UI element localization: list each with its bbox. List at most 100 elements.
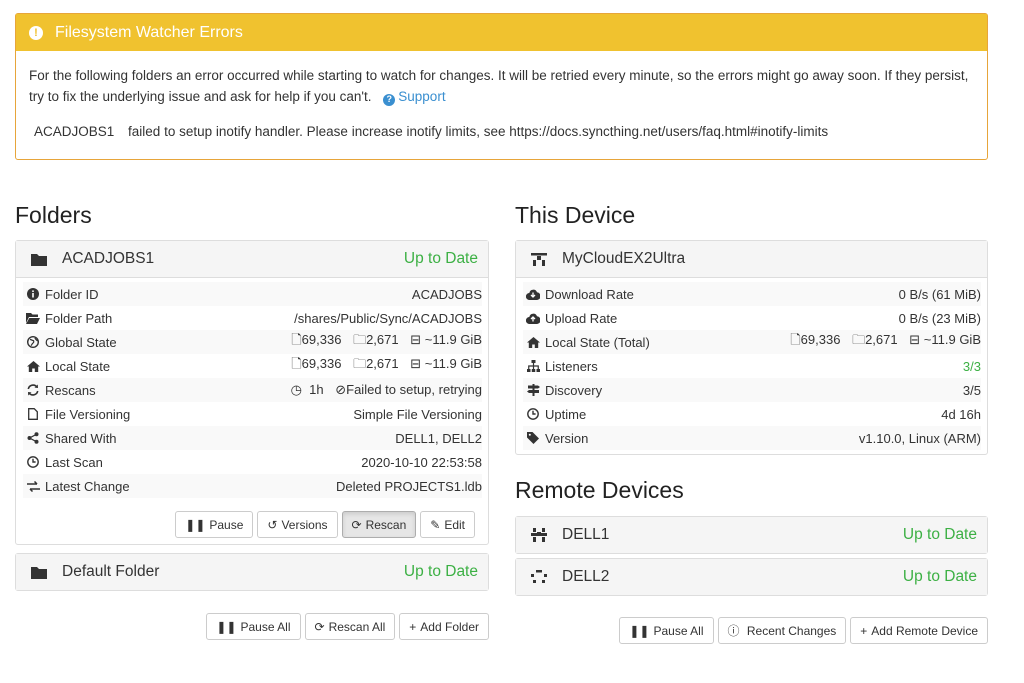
rescan-button[interactable]: ⟳ Rescan [341,511,417,538]
add-folder-button[interactable]: + Add Folder [399,613,489,640]
cloud-upload-icon [525,313,541,324]
listeners-value[interactable]: 3/3 [963,359,981,374]
row-upload-rate: Upload Rate 0 B/s (23 MiB) [523,306,981,330]
file-icon: 🗋 [790,332,801,347]
pause-icon: ❚❚ [629,623,650,638]
remote-devices-heading: Remote Devices [515,477,684,503]
remote-devices-actions: ❚❚ Pause All ⓘ Recent Changes + Add Remote… [619,617,988,644]
local-size: ~11.9 GiB [424,356,482,371]
versioning-value: Simple File Versioning [353,406,482,422]
add-folder-label: Add Folder [420,619,479,634]
exchange-icon [25,480,41,492]
row-label: Uptime [545,406,587,422]
row-version: Version v1.10.0, Linux (ARM) [523,426,981,450]
folder-outline-icon: 🗀 [353,356,367,371]
remote-device-status: Up to Date [902,568,977,585]
discovery-value[interactable]: 3/5 [963,383,981,398]
home-icon [525,336,541,348]
rescan-all-button[interactable]: ⟳ Rescan All [304,613,396,640]
local-files-count: 69,336 [301,356,342,371]
global-state-value: 🗋69,336 🗀2,671 ⊟ ~11.9 GiB [291,331,482,353]
row-discovery: Discovery 3/5 [523,378,981,402]
edit-label: Edit [444,517,465,532]
local-state-value: 🗋69,336 🗀2,671 ⊟ ~11.9 GiB [291,355,482,377]
pause-all-label: Pause All [653,623,704,638]
versions-label: Versions [281,517,328,532]
uptime-value: 4d 16h [941,406,981,422]
versions-button[interactable]: ↺ Versions [257,511,338,538]
hdd-icon: ⊟ [410,332,422,347]
watcher-errors-body: For the following folders an error occur… [16,51,987,142]
refresh-icon: ⟳ [314,619,325,634]
this-device-header: MyCloudEX2Ultra [516,241,987,278]
pause-all-label: Pause All [240,619,291,634]
global-dirs-count: 2,671 [366,332,399,347]
device-identicon [531,570,547,583]
row-local-state-total: Local State (Total) 🗋69,336 🗀2,671 ⊟ ~11… [523,330,981,354]
error-folder-name: ACADJOBS1 [34,124,115,139]
row-label: Download Rate [545,286,634,302]
this-device-details: Download Rate 0 B/s (61 MiB) Upload Rate… [516,278,987,450]
row-global-state: Global State 🗋69,336 🗀2,671 ⊟ ~11.9 GiB [23,330,482,354]
this-device-panel: MyCloudEX2Ultra Download Rate 0 B/s (61 … [515,240,988,455]
history-icon: ↺ [267,517,278,532]
pause-all-folders-button[interactable]: ❚❚ Pause All [206,613,301,640]
pause-button[interactable]: ❚❚ Pause [175,511,254,538]
folder-icon [31,253,47,266]
folder-header[interactable]: Default Folder Up to Date [16,554,488,590]
row-label: Discovery [545,382,603,398]
watcher-errors-title: Filesystem Watcher Errors [55,23,243,41]
row-label: Folder ID [45,286,99,302]
download-rate-value: 0 B/s (61 MiB) [898,286,981,302]
cloud-download-icon [525,289,541,300]
folder-status: Up to Date [403,250,478,267]
folder-open-icon [25,312,41,324]
folder-outline-icon: 🗀 [852,332,866,347]
pause-icon: ❚❚ [216,619,237,634]
remote-device-panel-dell2: DELL2 Up to Date [515,558,988,596]
latest-change-value: Deleted PROJECTS1.ldb [336,478,482,494]
row-label: Global State [45,334,117,350]
recent-changes-label: Recent Changes [746,623,837,638]
folder-header[interactable]: ACADJOBS1 Up to Date [16,241,488,278]
file-icon: 🗋 [291,332,302,347]
row-label: Version [545,430,589,446]
watcher-errors-message: For the following folders an error occur… [29,68,969,104]
info-circle-icon: ⓘ [727,624,740,638]
remote-device-name: DELL1 [562,526,610,543]
watcher-error-item: ACADJOBS1 failed to setup inotify handle… [29,121,974,142]
remote-device-header[interactable]: DELL2 Up to Date [516,559,987,595]
edit-button[interactable]: ✎ Edit [420,511,475,538]
recent-changes-button[interactable]: ⓘ Recent Changes [717,617,847,644]
clock-icon [525,408,541,420]
row-label: Latest Change [45,478,130,494]
global-size: ~11.9 GiB [424,332,482,347]
folder-icon [31,566,47,579]
total-size: ~11.9 GiB [923,332,981,347]
row-download-rate: Download Rate 0 B/s (61 MiB) [523,282,981,306]
folders-heading: Folders [15,202,92,228]
row-label: Rescans [45,382,96,398]
support-link[interactable]: ? Support [383,89,446,106]
device-identicon [531,528,547,542]
row-label: File Versioning [45,406,131,422]
version-value: v1.10.0, Linux (ARM) [858,430,981,446]
row-label: Local State [45,358,111,374]
row-folder-id: Folder ID ACADJOBS [23,282,482,306]
folder-actions: ❚❚ Pause ↺ Versions ⟳ Rescan ✎ Edit [175,511,475,538]
folder-panel-default: Default Folder Up to Date [15,553,489,591]
globe-icon [25,336,41,348]
error-text: failed to setup inotify handler. Please … [128,124,829,139]
row-file-versioning: File Versioning Simple File Versioning [23,402,482,426]
hdd-icon: ⊟ [410,356,422,371]
sitemap-icon [525,360,541,372]
folder-name: Default Folder [62,563,160,580]
remote-device-header[interactable]: DELL1 Up to Date [516,517,987,553]
plus-icon: + [409,619,417,634]
pause-all-devices-button[interactable]: ❚❚ Pause All [619,617,714,644]
upload-rate-value: 0 B/s (23 MiB) [898,310,981,326]
pause-label: Pause [209,517,244,532]
rescan-label: Rescan [365,517,407,532]
folders-actions: ❚❚ Pause All ⟳ Rescan All + Add Folder [206,613,489,640]
add-remote-device-button[interactable]: + Add Remote Device [850,617,988,644]
